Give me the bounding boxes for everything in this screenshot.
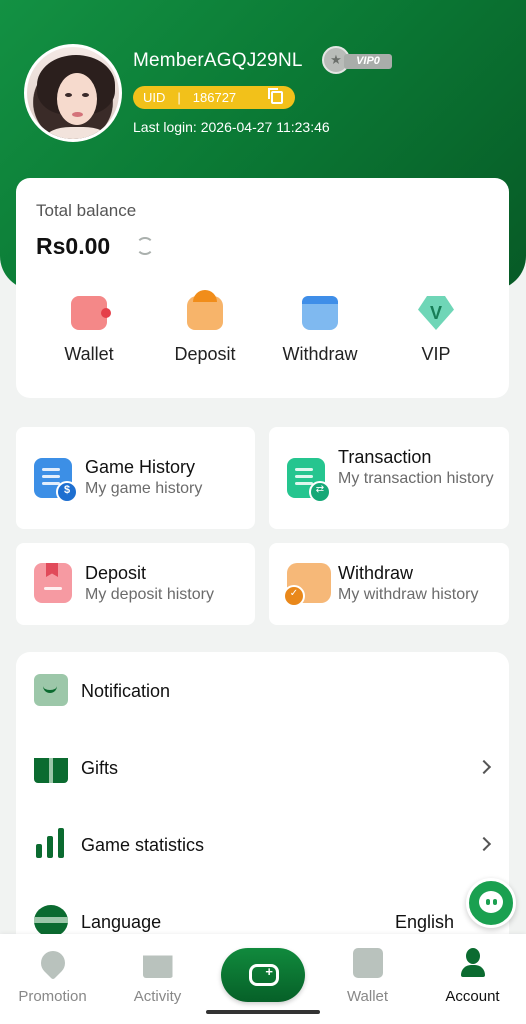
- account-icon: [458, 948, 488, 978]
- quick-withdraw-label: Withdraw: [282, 344, 358, 364]
- refresh-icon[interactable]: [136, 237, 154, 255]
- setting-notification-label: Notification: [81, 681, 171, 701]
- home-indicator: [206, 1010, 320, 1014]
- quick-deposit-label: Deposit: [174, 344, 236, 364]
- withdraw-icon: [302, 296, 338, 330]
- tab-account-label: Account: [445, 988, 500, 1005]
- language-icon: [34, 905, 68, 937]
- transaction-title: Transaction: [338, 447, 432, 467]
- transaction-icon: [287, 458, 331, 503]
- uid-separator: |: [177, 90, 181, 105]
- gift-icon: [34, 758, 68, 783]
- setting-notification[interactable]: Notification: [16, 655, 509, 725]
- avatar-eye-left: [65, 93, 72, 97]
- quick-deposit-button[interactable]: Deposit: [145, 290, 265, 365]
- last-login: Last login: 2026-04-27 11:23:46: [133, 119, 330, 135]
- setting-game-statistics-label: Game statistics: [81, 835, 205, 855]
- game-history-subtitle: My game history: [85, 480, 203, 497]
- balance-label: Total balance: [36, 201, 137, 220]
- quick-wallet-label: Wallet: [64, 344, 114, 364]
- customer-service-button[interactable]: [466, 878, 516, 928]
- wallet-icon: [71, 296, 111, 330]
- withdraw-history-icon: [283, 563, 331, 607]
- tab-activity-label: Activity: [133, 988, 182, 1005]
- transaction-card[interactable]: Transaction My transaction history: [269, 427, 509, 529]
- avatar-body: [45, 127, 109, 139]
- chevron-right-icon: [476, 759, 492, 775]
- tab-promotion[interactable]: Promotion: [0, 946, 105, 1005]
- setting-language-value: English: [394, 912, 454, 932]
- setting-game-statistics[interactable]: Game statistics: [16, 809, 509, 879]
- deposit-history-title: Deposit: [85, 563, 147, 583]
- tab-activity[interactable]: Activity: [105, 948, 210, 1005]
- setting-gifts-label: Gifts: [81, 758, 119, 778]
- deposit-history-icon: [34, 563, 72, 603]
- tab-wallet-label: Wallet: [346, 988, 389, 1005]
- game-controller-icon: [249, 964, 279, 986]
- balance-card: Total balance Rs0.00 Wallet Deposit With…: [16, 178, 509, 398]
- wallet-tab-icon: [352, 948, 383, 978]
- quick-withdraw-button[interactable]: Withdraw: [260, 296, 380, 365]
- deposit-history-subtitle: My deposit history: [85, 586, 214, 603]
- game-history-icon: [34, 458, 78, 503]
- username: MemberAGQJ29NL: [133, 50, 303, 71]
- statistics-icon: [34, 828, 68, 860]
- withdraw-history-card[interactable]: Withdraw My withdraw history: [269, 543, 509, 625]
- uid-value: 186727: [192, 90, 237, 105]
- quick-vip-label: VIP: [421, 344, 451, 364]
- chat-icon: [479, 891, 503, 913]
- promotion-icon: [35, 946, 70, 980]
- notification-icon: [34, 674, 68, 706]
- vip-icon: V: [418, 296, 454, 330]
- setting-gifts[interactable]: Gifts: [16, 732, 509, 802]
- avatar-eye-right: [82, 93, 89, 97]
- tab-wallet[interactable]: Wallet: [315, 948, 420, 1005]
- uid-label: UID: [143, 90, 166, 105]
- deposit-history-card[interactable]: Deposit My deposit history: [16, 543, 255, 625]
- vip-level-badge: ★ VIP0: [322, 46, 392, 74]
- game-history-title: Game History: [85, 457, 196, 477]
- tab-promotion-label: Promotion: [18, 988, 87, 1005]
- quick-actions: Wallet Deposit Withdraw V VIP: [16, 290, 509, 376]
- chevron-right-icon: [476, 836, 492, 852]
- balance-amount: Rs0.00: [36, 233, 111, 259]
- setting-language-label: Language: [81, 912, 162, 932]
- copy-icon[interactable]: [268, 88, 283, 104]
- withdraw-history-subtitle: My withdraw history: [338, 586, 479, 603]
- quick-vip-button[interactable]: V VIP: [376, 296, 496, 365]
- avatar[interactable]: [24, 44, 122, 142]
- activity-icon: [142, 955, 173, 978]
- tab-account[interactable]: Account: [420, 948, 525, 1005]
- vip-level-label: VIP0: [344, 54, 392, 69]
- avatar-lips: [72, 112, 83, 117]
- game-history-card[interactable]: Game History My game history: [16, 427, 255, 529]
- settings-list: Notification Gifts Game statistics Langu…: [16, 652, 509, 952]
- quick-wallet-button[interactable]: Wallet: [29, 296, 149, 365]
- avatar-face: [57, 73, 97, 125]
- tab-games-button[interactable]: [221, 948, 305, 1002]
- transaction-subtitle: My transaction history: [338, 470, 494, 487]
- uid-pill[interactable]: UID | 186727: [133, 86, 295, 109]
- withdraw-history-title: Withdraw: [338, 563, 414, 583]
- deposit-icon: [187, 290, 223, 330]
